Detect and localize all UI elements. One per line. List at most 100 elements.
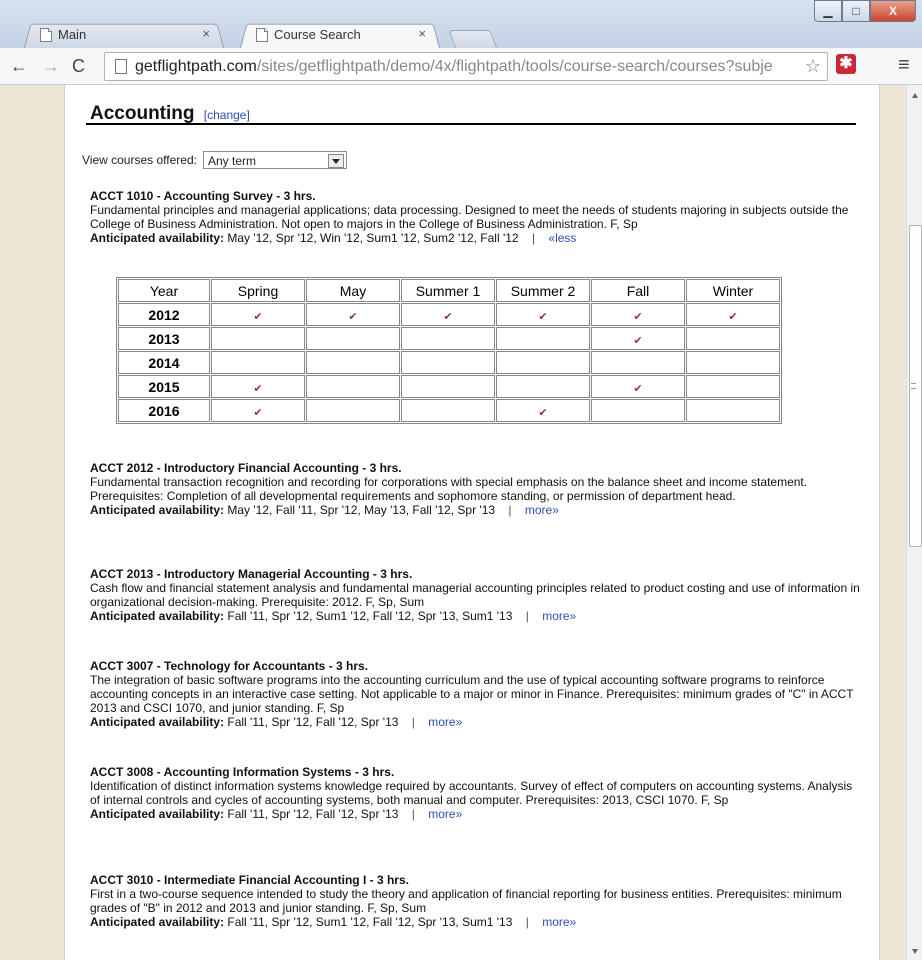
course-title: ACCT 2012 - Introductory Financial Accou… xyxy=(90,461,402,475)
check-icon: ✔ xyxy=(348,310,358,323)
course-title: ACCT 3010 - Intermediate Financial Accou… xyxy=(90,873,409,887)
availability-cell xyxy=(496,375,590,398)
url-path: /sites/getflightpath/demo/4x/flightpath/… xyxy=(256,58,773,75)
chevron-down-icon[interactable] xyxy=(327,154,344,168)
availability-label: Anticipated availability: xyxy=(90,503,225,517)
table-row: 2016 ✔ ✔ xyxy=(118,399,780,422)
availability-cell xyxy=(496,327,590,350)
separator: | xyxy=(411,807,415,821)
year-cell: 2014 xyxy=(118,351,210,374)
term-filter: View courses offered: Any term xyxy=(82,151,347,169)
col-header: Spring xyxy=(211,279,305,302)
course-description: Cash flow and financial statement analys… xyxy=(90,581,860,609)
availability-label: Anticipated availability: xyxy=(90,915,225,929)
year-cell: 2013 xyxy=(118,327,210,350)
star-icon[interactable]: ☆ xyxy=(805,53,821,80)
availability-cell: ✔ xyxy=(401,303,495,326)
availability-cell xyxy=(686,399,780,422)
availability-cell: ✔ xyxy=(591,303,685,326)
availability-label: Anticipated availability: xyxy=(90,231,225,245)
availability-table: Year Spring May Summer 1 Summer 2 Fall W… xyxy=(116,277,782,424)
availability-cell xyxy=(401,375,495,398)
course-item: ACCT 3010 - Intermediate Financial Accou… xyxy=(90,873,860,929)
separator: | xyxy=(531,231,536,245)
maximize-button[interactable]: □ xyxy=(842,0,870,22)
url-host: getflightpath.com xyxy=(135,58,257,75)
scroll-up-icon[interactable] xyxy=(912,93,918,98)
close-window-button[interactable]: X xyxy=(870,0,916,22)
course-title: ACCT 2013 - Introductory Managerial Acco… xyxy=(90,567,413,581)
availability-cell xyxy=(401,399,495,422)
availability-line: Anticipated availability: Fall '11, Spr … xyxy=(90,715,860,729)
more-link[interactable]: more» xyxy=(525,503,559,517)
more-link[interactable]: more» xyxy=(428,715,462,729)
page-icon xyxy=(40,28,52,42)
availability-value: May '12, Spr '12, Win '12, Sum1 '12, Sum… xyxy=(227,231,519,245)
check-icon: ✔ xyxy=(538,406,548,419)
availability-cell xyxy=(306,327,400,350)
page-viewport: Accounting [change] View courses offered… xyxy=(0,85,906,960)
menu-icon[interactable]: ≡ xyxy=(898,54,910,77)
col-header: Summer 2 xyxy=(496,279,590,302)
check-icon: ✔ xyxy=(443,310,453,323)
tab-label: Course Search xyxy=(274,27,361,42)
course-item: ACCT 1010 - Accounting Survey - 3 hrs. F… xyxy=(90,189,860,245)
tab-main[interactable]: Main × xyxy=(24,22,224,48)
availability-line: Anticipated availability: Fall '11, Spr … xyxy=(90,807,860,821)
table-row: 2012 ✔ ✔ ✔ ✔ ✔ ✔ xyxy=(118,303,780,326)
availability-cell xyxy=(401,351,495,374)
col-header: Summer 1 xyxy=(401,279,495,302)
back-arrow-icon[interactable]: ← xyxy=(10,56,28,77)
change-link[interactable]: [change] xyxy=(204,108,250,122)
course-description: Identification of distinct information s… xyxy=(90,779,853,807)
availability-line: Anticipated availability: May '12, Fall … xyxy=(90,503,860,517)
table-header-row: Year Spring May Summer 1 Summer 2 Fall W… xyxy=(118,279,780,302)
course-description: Fundamental principles and managerial ap… xyxy=(90,203,849,231)
scroll-down-icon[interactable] xyxy=(912,949,918,954)
check-icon: ✔ xyxy=(253,382,263,395)
course-description: The integration of basic software progra… xyxy=(90,673,854,715)
course-item: ACCT 2012 - Introductory Financial Accou… xyxy=(90,461,860,517)
availability-cell xyxy=(306,399,400,422)
more-link[interactable]: more» xyxy=(542,915,576,929)
col-header: Year xyxy=(118,279,210,302)
reload-icon[interactable]: C xyxy=(72,56,85,77)
tab-course-search[interactable]: Course Search × xyxy=(240,22,440,48)
browser-toolbar: ← → C getflightpath.com/sites/getflightp… xyxy=(0,48,922,85)
term-select-value: Any term xyxy=(207,154,256,168)
availability-cell xyxy=(211,351,305,374)
col-header: May xyxy=(306,279,400,302)
term-select[interactable]: Any term xyxy=(202,151,347,169)
tab-label: Main xyxy=(58,27,87,42)
address-bar[interactable]: getflightpath.com/sites/getflightpath/de… xyxy=(104,52,828,81)
more-link[interactable]: more» xyxy=(542,609,576,623)
check-icon: ✔ xyxy=(538,310,548,323)
more-link[interactable]: more» xyxy=(428,807,462,821)
availability-cell xyxy=(306,375,400,398)
course-title: ACCT 1010 - Accounting Survey - 3 hrs. xyxy=(90,189,316,203)
close-icon[interactable]: × xyxy=(418,26,426,41)
forward-arrow-icon[interactable]: → xyxy=(42,56,60,77)
scrollbar[interactable] xyxy=(906,85,922,960)
check-icon: ✔ xyxy=(253,406,263,419)
minimize-button[interactable]: ▁ xyxy=(814,0,842,22)
availability-label: Anticipated availability: xyxy=(90,715,225,729)
table-row: 2013 ✔ xyxy=(118,327,780,350)
close-icon[interactable]: × xyxy=(202,26,210,41)
less-link[interactable]: «less xyxy=(548,231,576,245)
availability-value: May '12, Fall '11, Spr '12, May '13, Fal… xyxy=(227,503,496,517)
extension-icon[interactable]: ✱ xyxy=(836,54,856,74)
availability-label: Anticipated availability: xyxy=(90,807,225,821)
separator: | xyxy=(525,609,529,623)
new-tab-button[interactable] xyxy=(448,30,498,49)
course-title: ACCT 3007 - Technology for Accountants -… xyxy=(90,659,369,673)
window-titlebar: Main × Course Search × ▁ □ X xyxy=(0,0,922,49)
separator: | xyxy=(411,715,415,729)
course-item: ACCT 3008 - Accounting Information Syste… xyxy=(90,765,860,821)
col-header: Winter xyxy=(686,279,780,302)
year-cell: 2016 xyxy=(118,399,210,422)
check-icon: ✔ xyxy=(633,334,643,347)
col-header: Fall xyxy=(591,279,685,302)
availability-cell xyxy=(591,399,685,422)
separator: | xyxy=(508,503,512,517)
